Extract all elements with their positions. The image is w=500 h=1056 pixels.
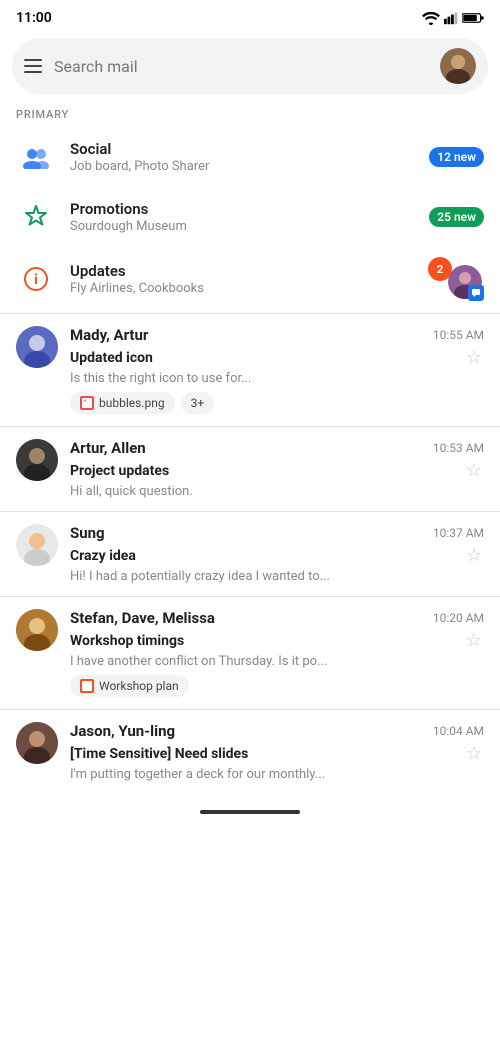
email-time: 10:04 AM xyxy=(433,724,484,738)
section-primary-label: PRIMARY xyxy=(0,104,500,127)
email-subject: [Time Sensitive] Need slides xyxy=(70,746,248,762)
social-sub: Job board, Photo Sharer xyxy=(70,159,415,174)
divider-3 xyxy=(0,596,500,597)
svg-text:i: i xyxy=(34,272,38,288)
updates-name: Updates xyxy=(70,262,414,280)
hamburger-menu-icon[interactable] xyxy=(24,59,42,73)
email-subject: Workshop timings xyxy=(70,633,184,649)
attachment-chips-stefan: Workshop plan xyxy=(70,675,484,697)
email-time: 10:53 AM xyxy=(433,441,484,455)
user-avatar[interactable] xyxy=(440,48,476,84)
email-row[interactable]: Stefan, Dave, Melissa 10:20 AM Workshop … xyxy=(0,599,500,707)
email-subject: Project updates xyxy=(70,463,169,479)
attachment-chip-slides[interactable]: Workshop plan xyxy=(70,675,189,697)
email-subject: Crazy idea xyxy=(70,548,136,564)
attachment-name: bubbles.png xyxy=(99,396,165,410)
email-row[interactable]: Jason, Yun-ling 10:04 AM [Time Sensitive… xyxy=(0,712,500,792)
email-header-mady: Mady, Artur 10:55 AM xyxy=(70,326,484,344)
promotions-icon xyxy=(16,197,56,237)
email-sender: Mady, Artur xyxy=(70,326,148,344)
divider-1 xyxy=(0,426,500,427)
updates-count-badge: 2 xyxy=(428,257,452,281)
email-content-artur: Artur, Allen 10:53 AM Project updates ☆ … xyxy=(70,439,484,499)
email-subject-row: Workshop timings ☆ xyxy=(70,628,484,653)
avatar-artur xyxy=(16,439,58,481)
battery-icon xyxy=(462,12,484,24)
search-bar[interactable]: Search mail xyxy=(12,38,488,94)
email-row[interactable]: Sung 10:37 AM Crazy idea ☆ Hi! I had a p… xyxy=(0,514,500,594)
email-subject-row: Updated icon ☆ xyxy=(70,345,484,370)
email-preview: I'm putting together a deck for our mont… xyxy=(70,767,410,782)
email-header-artur: Artur, Allen 10:53 AM xyxy=(70,439,484,457)
email-header-stefan: Stefan, Dave, Melissa 10:20 AM xyxy=(70,609,484,627)
email-subject-row: Project updates ☆ xyxy=(70,458,484,483)
category-email-divider xyxy=(0,313,500,314)
updates-badge-container: 2 xyxy=(428,257,484,301)
promotions-badge: 25 new xyxy=(429,207,484,227)
status-time: 11:00 xyxy=(16,10,52,26)
attachment-chips: bubbles.png 3+ xyxy=(70,392,484,414)
email-sender: Artur, Allen xyxy=(70,439,146,457)
email-subject-row: Crazy idea ☆ xyxy=(70,543,484,568)
avatar-stefan xyxy=(16,609,58,651)
email-sender: Jason, Yun-ling xyxy=(70,722,175,740)
signal-icon xyxy=(444,11,458,25)
divider-4 xyxy=(0,709,500,710)
updates-info: Updates Fly Airlines, Cookbooks xyxy=(70,262,414,296)
social-badge: 12 new xyxy=(429,147,484,167)
updates-sub: Fly Airlines, Cookbooks xyxy=(70,281,414,296)
email-row[interactable]: Mady, Artur 10:55 AM Updated icon ☆ Is t… xyxy=(0,316,500,424)
attachment-name-workshop: Workshop plan xyxy=(99,679,179,693)
email-subject-row: [Time Sensitive] Need slides ☆ xyxy=(70,741,484,766)
star-button[interactable]: ☆ xyxy=(464,543,484,568)
email-time: 10:20 AM xyxy=(433,611,484,625)
email-content-sung: Sung 10:37 AM Crazy idea ☆ Hi! I had a p… xyxy=(70,524,484,584)
email-sender: Stefan, Dave, Melissa xyxy=(70,609,215,627)
slides-chip-icon xyxy=(80,679,94,693)
email-content-stefan: Stefan, Dave, Melissa 10:20 AM Workshop … xyxy=(70,609,484,697)
email-content-jason: Jason, Yun-ling 10:04 AM [Time Sensitive… xyxy=(70,722,484,782)
email-sender: Sung xyxy=(70,524,105,542)
social-icon xyxy=(16,137,56,177)
email-time: 10:37 AM xyxy=(433,526,484,540)
promotions-sub: Sourdough Museum xyxy=(70,219,415,234)
email-content-mady: Mady, Artur 10:55 AM Updated icon ☆ Is t… xyxy=(70,326,484,414)
home-indicator xyxy=(0,792,500,822)
promotions-info: Promotions Sourdough Museum xyxy=(70,200,415,234)
email-header-sung: Sung 10:37 AM xyxy=(70,524,484,542)
star-button[interactable]: ☆ xyxy=(464,741,484,766)
home-bar xyxy=(200,810,300,814)
avatar-jason xyxy=(16,722,58,764)
profile-avatar-img xyxy=(440,48,476,84)
star-button[interactable]: ☆ xyxy=(464,458,484,483)
email-time: 10:55 AM xyxy=(433,328,484,342)
more-attachments[interactable]: 3+ xyxy=(181,392,215,414)
star-button[interactable]: ☆ xyxy=(464,345,484,370)
chat-icon xyxy=(468,285,484,301)
social-name: Social xyxy=(70,140,415,158)
email-row[interactable]: Artur, Allen 10:53 AM Project updates ☆ … xyxy=(0,429,500,509)
category-updates[interactable]: i Updates Fly Airlines, Cookbooks 2 xyxy=(0,247,500,311)
status-icons xyxy=(422,11,484,25)
wifi-icon xyxy=(422,11,440,25)
image-chip-icon xyxy=(80,396,94,410)
email-preview: Hi! I had a potentially crazy idea I wan… xyxy=(70,569,410,584)
category-social[interactable]: Social Job board, Photo Sharer 12 new xyxy=(0,127,500,187)
attachment-chip-png[interactable]: bubbles.png xyxy=(70,392,175,414)
star-button[interactable]: ☆ xyxy=(464,628,484,653)
email-preview: I have another conflict on Thursday. Is … xyxy=(70,654,410,669)
status-bar: 11:00 xyxy=(0,0,500,32)
social-info: Social Job board, Photo Sharer xyxy=(70,140,415,174)
search-input[interactable]: Search mail xyxy=(54,57,428,76)
category-promotions[interactable]: Promotions Sourdough Museum 25 new xyxy=(0,187,500,247)
avatar-sung xyxy=(16,524,58,566)
email-header-jason: Jason, Yun-ling 10:04 AM xyxy=(70,722,484,740)
promotions-name: Promotions xyxy=(70,200,415,218)
email-preview: Hi all, quick question. xyxy=(70,484,410,499)
divider-2 xyxy=(0,511,500,512)
email-subject: Updated icon xyxy=(70,350,153,366)
updates-icon: i xyxy=(16,259,56,299)
email-preview: Is this the right icon to use for... xyxy=(70,371,410,386)
avatar-mady xyxy=(16,326,58,368)
